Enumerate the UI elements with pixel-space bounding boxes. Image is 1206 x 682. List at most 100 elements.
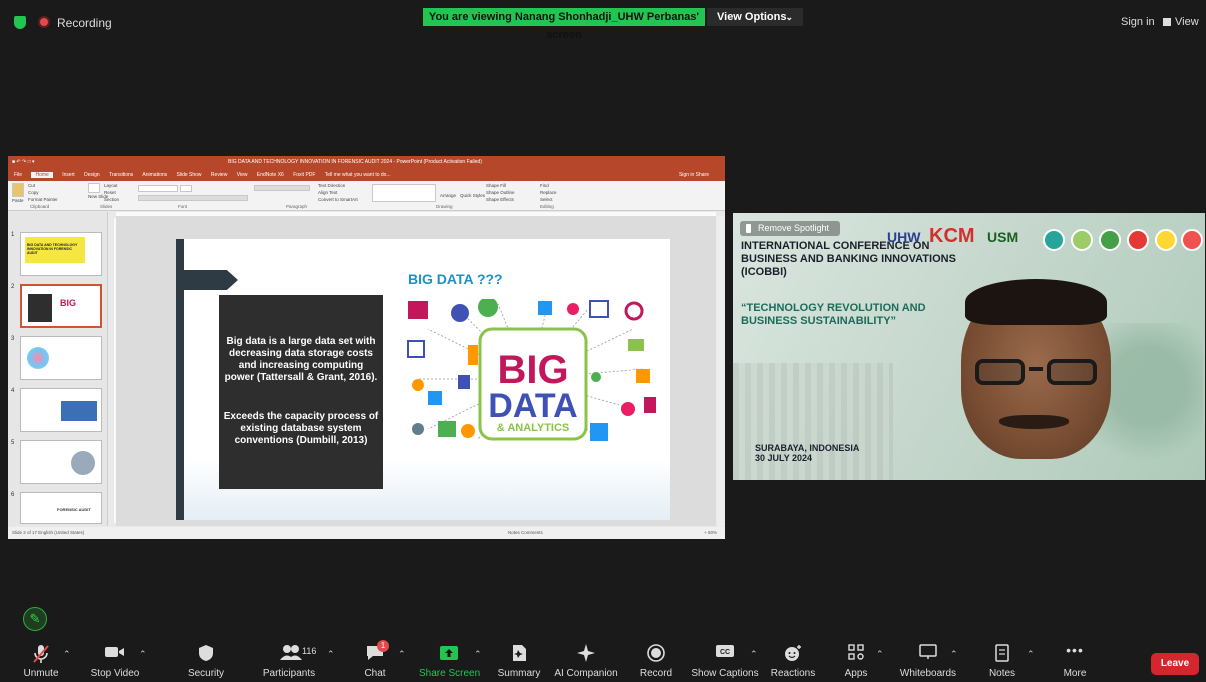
apps-label: Apps (844, 668, 868, 679)
ppt-tab-endnote[interactable]: EndNote X6 (257, 172, 284, 178)
participants-count: 116 (302, 646, 317, 656)
replace-button[interactable]: Replace (540, 190, 557, 195)
share-screen-button[interactable]: Share Screen (419, 636, 480, 682)
annotate-pencil-icon[interactable]: ✎ (23, 607, 47, 631)
notes-caret-icon[interactable]: ⌃ (1027, 649, 1035, 660)
view-options-button[interactable]: View Options ⌄ (707, 8, 803, 26)
record-button[interactable]: Record (636, 636, 676, 682)
quick-styles-button[interactable]: Quick Styles (460, 193, 485, 198)
thumb-number: 1 (11, 232, 15, 238)
section-button[interactable]: Section (104, 197, 119, 202)
participants-button[interactable]: 116 Participants (258, 636, 320, 682)
font-format-buttons[interactable] (138, 195, 248, 201)
shape-fill-button[interactable]: Shape Fill (486, 183, 506, 188)
stop-video-label: Stop Video (90, 668, 140, 679)
notes-comments-buttons[interactable]: Notes Comments (508, 527, 543, 539)
zoom-level[interactable]: + 60% (704, 527, 717, 539)
ppt-tab-slide-show[interactable]: Slide Show (177, 172, 202, 178)
arrange-button[interactable]: Arrange (440, 193, 456, 198)
unmute-button[interactable]: Unmute (18, 636, 64, 682)
whiteboards-caret-icon[interactable]: ⌃ (950, 649, 958, 660)
thumb-number: 4 (11, 388, 15, 394)
slide-text-box (219, 295, 383, 489)
ribbon-group-label: Editing (540, 204, 554, 209)
record-label: Record (639, 668, 673, 679)
chat-button[interactable]: 1 Chat (356, 636, 394, 682)
leave-button[interactable]: Leave (1151, 653, 1199, 675)
ppt-tab-home[interactable]: Home (31, 172, 53, 178)
shape-effects-button[interactable]: Shape Effects (486, 197, 514, 202)
shapes-gallery[interactable] (372, 184, 436, 202)
thumb-graphic (61, 401, 97, 421)
conference-date: 30 JULY 2024 (755, 453, 813, 463)
sign-in-button[interactable]: Sign in (1121, 16, 1155, 28)
university-seal-icon (1181, 229, 1203, 251)
shape-outline-button[interactable]: Shape Outline (486, 190, 515, 195)
slide-thumbnail[interactable] (20, 336, 102, 380)
apps-caret-icon[interactable]: ⌃ (876, 649, 884, 660)
ppt-tab-transitions[interactable]: Transitions (109, 172, 133, 178)
chat-label: Chat (364, 668, 386, 679)
slide-thumbnail[interactable]: BIG DATA AND TECHNOLOGY INNOVATION IN FO… (20, 232, 102, 276)
slide-thumbnail[interactable] (20, 440, 102, 484)
stop-video-button[interactable]: Stop Video (86, 636, 144, 682)
ppt-tab-review[interactable]: Review (211, 172, 227, 178)
ppt-tell-me[interactable]: Tell me what you want to do... (325, 172, 391, 178)
summary-button[interactable]: Summary (496, 636, 542, 682)
participants-caret-icon[interactable]: ⌃ (327, 649, 335, 660)
speaker-video-tile[interactable]: Remove Spotlight INTERNATIONAL CONFERENC… (733, 213, 1205, 480)
recording-icon (38, 16, 50, 28)
video-options-caret-icon[interactable]: ⌃ (139, 649, 147, 660)
slide-thumbnail[interactable] (20, 388, 102, 432)
ppt-tab-view[interactable]: View (237, 172, 248, 178)
share-caret-icon[interactable]: ⌃ (474, 649, 482, 660)
encryption-shield-icon[interactable] (14, 16, 26, 29)
notes-button[interactable]: Notes (983, 636, 1021, 682)
ppt-tab-foxit[interactable]: Foxit PDF (293, 172, 315, 178)
ppt-status-bar: Slide 2 of 17 English (United States) No… (8, 527, 725, 539)
convert-smartart-button[interactable]: Convert to SmartArt (318, 197, 358, 202)
audio-options-caret-icon[interactable]: ⌃ (63, 649, 71, 660)
ai-companion-button[interactable]: AI Companion (554, 636, 618, 682)
ai-companion-label: AI Companion (554, 668, 618, 679)
apps-button[interactable]: Apps (838, 636, 874, 682)
ppt-ribbon: Paste Cut Copy Format Painter New Slide … (8, 181, 725, 211)
copy-button[interactable]: Copy (28, 190, 39, 195)
chevron-down-icon: ⌄ (785, 12, 793, 22)
conference-theme: “TECHNOLOGY REVOLUTION AND BUSINESS SUST… (741, 302, 926, 327)
ribbon-group-label: Paragraph (286, 204, 308, 209)
paragraph-buttons[interactable] (254, 185, 310, 191)
align-text-button[interactable]: Align Text (318, 190, 337, 195)
view-button[interactable]: View (1163, 16, 1199, 28)
cut-button[interactable]: Cut (28, 183, 35, 188)
select-button[interactable]: Select (540, 197, 553, 202)
font-name-input[interactable] (138, 185, 178, 192)
layout-button[interactable]: Layout (104, 183, 118, 188)
slide-thumbnail-selected[interactable]: BIG (20, 284, 102, 328)
new-slide-icon[interactable] (88, 183, 100, 193)
slide-capacity-text: Exceeds the capacity process of existing… (223, 411, 379, 446)
reactions-button[interactable]: Reactions (770, 636, 816, 682)
current-slide[interactable]: Big data is a large data set with decrea… (176, 239, 670, 520)
ppt-tab-animations[interactable]: Animations (142, 172, 167, 178)
more-button[interactable]: ••• More (1056, 636, 1094, 682)
font-size-input[interactable] (180, 185, 192, 192)
security-button[interactable]: Security (180, 636, 232, 682)
ppt-tab-insert[interactable]: Insert (62, 172, 75, 178)
ppt-signin-share[interactable]: Sign in Share (679, 169, 709, 181)
ppt-menu-bar: File Home Insert Design Transitions Anim… (8, 169, 725, 181)
muted-microphone-icon (32, 644, 50, 667)
text-direction-button[interactable]: Text Direction (318, 183, 345, 188)
slide-thumbnail[interactable]: FORENSIC AUDIT (20, 492, 102, 524)
ppt-tab-file[interactable]: File (14, 172, 22, 178)
reset-button[interactable]: Reset (104, 190, 116, 195)
vertical-scrollbar[interactable] (717, 216, 725, 526)
format-painter-button[interactable]: Format Painter (28, 197, 58, 202)
find-button[interactable]: Find (540, 183, 549, 188)
ppt-tab-design[interactable]: Design (84, 172, 100, 178)
captions-caret-icon[interactable]: ⌃ (750, 649, 758, 660)
speaker-hair (965, 279, 1107, 325)
chat-caret-icon[interactable]: ⌃ (398, 649, 406, 660)
remove-spotlight-button[interactable]: Remove Spotlight (740, 221, 840, 236)
paste-icon[interactable] (12, 183, 24, 197)
